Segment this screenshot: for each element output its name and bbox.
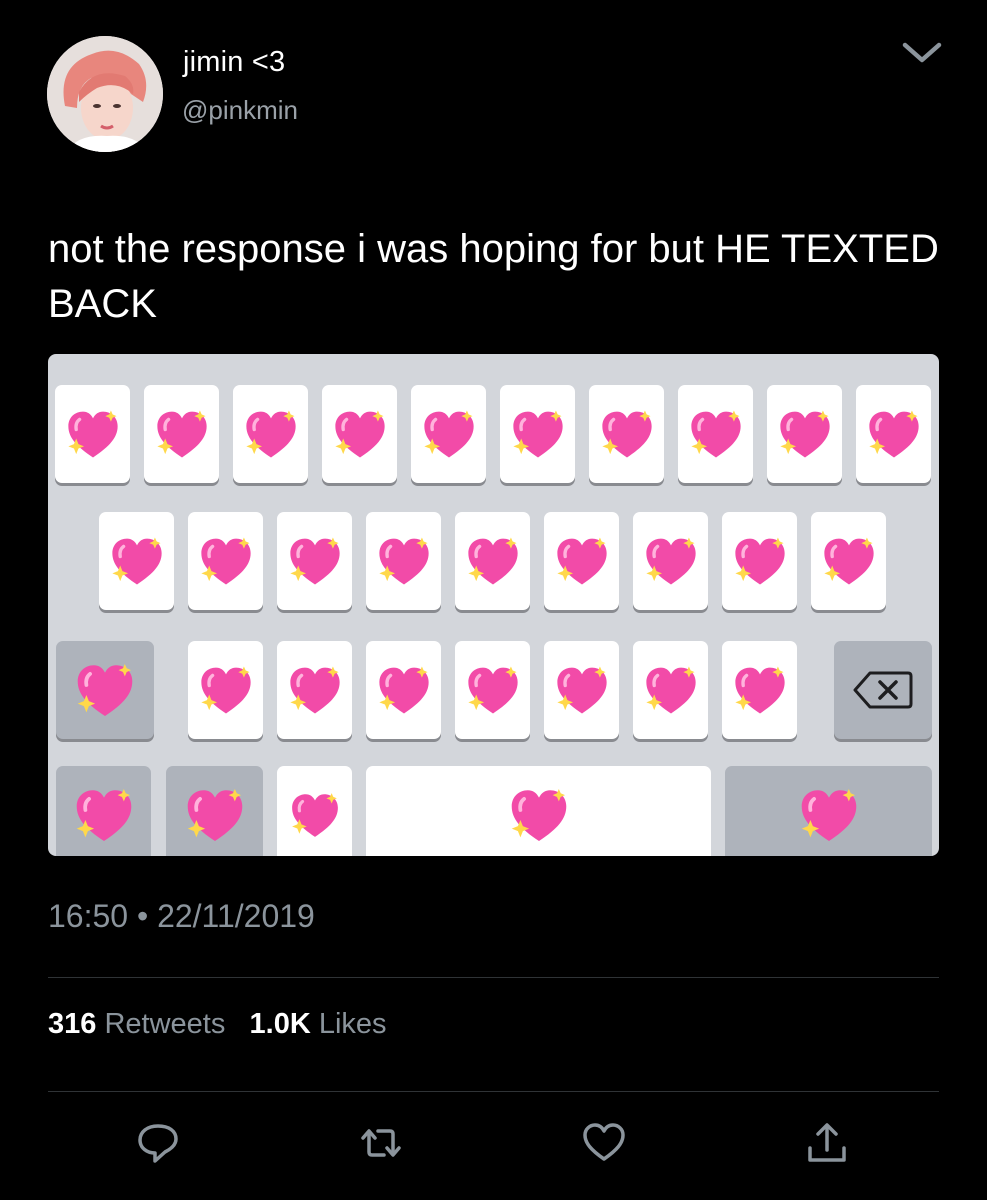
return-key bbox=[725, 766, 932, 856]
avatar[interactable] bbox=[47, 36, 163, 152]
mic-key bbox=[277, 766, 352, 856]
sparkling-heart-icon bbox=[77, 663, 133, 717]
reply-icon bbox=[138, 1124, 178, 1163]
avatar-image bbox=[47, 36, 163, 152]
heart-key bbox=[188, 512, 263, 610]
sparkling-heart-icon bbox=[556, 666, 607, 714]
heart-key bbox=[233, 385, 308, 483]
sparkling-heart-icon bbox=[645, 537, 696, 585]
retweets-stat[interactable]: 316 Retweets bbox=[48, 1008, 233, 1040]
space-key bbox=[366, 766, 711, 856]
timestamp-separator: • bbox=[136, 898, 149, 934]
heart-key bbox=[633, 641, 708, 739]
numbers-key bbox=[56, 766, 151, 856]
heart-key bbox=[544, 512, 619, 610]
sparkling-heart-icon bbox=[511, 788, 566, 842]
heart-key bbox=[633, 512, 708, 610]
sparkling-heart-icon bbox=[289, 537, 340, 585]
heart-key bbox=[678, 385, 753, 483]
sparkling-heart-icon bbox=[801, 788, 856, 842]
like-button[interactable] bbox=[581, 1120, 627, 1166]
emoji-key bbox=[166, 766, 263, 856]
backspace-key bbox=[834, 641, 932, 739]
heart-key bbox=[55, 385, 130, 483]
likes-stat[interactable]: 1.0K Likes bbox=[250, 1008, 387, 1040]
tweet-text: not the response i was hoping for but HE… bbox=[48, 227, 939, 326]
sparkling-heart-icon bbox=[734, 666, 785, 714]
heart-key bbox=[322, 385, 397, 483]
heart-key bbox=[856, 385, 931, 483]
heart-key bbox=[411, 385, 486, 483]
sparkling-heart-icon bbox=[868, 410, 919, 458]
share-icon bbox=[808, 1123, 846, 1162]
heart-key bbox=[366, 512, 441, 610]
heart-key bbox=[188, 641, 263, 739]
sparkling-heart-icon bbox=[467, 666, 518, 714]
sparkling-heart-icon bbox=[823, 537, 874, 585]
sparkling-heart-icon bbox=[200, 666, 251, 714]
sparkling-heart-icon bbox=[289, 666, 340, 714]
heart-key bbox=[277, 641, 352, 739]
divider bbox=[48, 977, 939, 978]
retweet-button[interactable] bbox=[358, 1120, 404, 1166]
sparkling-heart-icon bbox=[378, 666, 429, 714]
heart-key bbox=[544, 641, 619, 739]
tweet-image[interactable] bbox=[48, 354, 939, 856]
heart-key bbox=[811, 512, 886, 610]
sparkling-heart-icon bbox=[111, 537, 162, 585]
likes-count: 1.0K bbox=[249, 1008, 311, 1040]
sparkling-heart-icon bbox=[423, 410, 474, 458]
heart-key bbox=[366, 641, 441, 739]
heart-key bbox=[722, 641, 797, 739]
sparkling-heart-icon bbox=[76, 788, 131, 842]
sparkling-heart-icon bbox=[512, 410, 563, 458]
sparkling-heart-icon bbox=[200, 537, 251, 585]
divider bbox=[48, 1091, 939, 1092]
tweet-timestamp: 16:50 • 22/11/2019 bbox=[48, 898, 315, 935]
sparkling-heart-icon bbox=[467, 537, 518, 585]
heart-key bbox=[767, 385, 842, 483]
sparkling-heart-icon bbox=[291, 793, 338, 837]
sparkling-heart-icon bbox=[334, 410, 385, 458]
heart-key bbox=[455, 641, 530, 739]
sparkling-heart-icon bbox=[601, 410, 652, 458]
sparkling-heart-icon bbox=[779, 410, 830, 458]
sparkling-heart-icon bbox=[187, 788, 242, 842]
sparkling-heart-icon bbox=[690, 410, 741, 458]
sparkling-heart-icon bbox=[245, 410, 296, 458]
tweet-time: 16:50 bbox=[48, 898, 129, 934]
sparkling-heart-icon bbox=[734, 537, 785, 585]
heart-key bbox=[455, 512, 530, 610]
heart-icon bbox=[583, 1123, 625, 1161]
share-button[interactable] bbox=[804, 1120, 850, 1166]
heart-key bbox=[722, 512, 797, 610]
user-handle[interactable]: @pinkmin bbox=[182, 95, 298, 126]
heart-key bbox=[589, 385, 664, 483]
shift-key bbox=[56, 641, 154, 739]
retweets-label: Retweets bbox=[104, 1008, 226, 1040]
chevron-down-icon[interactable] bbox=[900, 36, 944, 72]
sparkling-heart-icon bbox=[67, 410, 118, 458]
reply-button[interactable] bbox=[135, 1120, 181, 1166]
sparkling-heart-icon bbox=[378, 537, 429, 585]
sparkling-heart-icon bbox=[156, 410, 207, 458]
retweet-icon bbox=[361, 1129, 401, 1157]
likes-label: Likes bbox=[318, 1008, 387, 1040]
heart-key bbox=[500, 385, 575, 483]
retweets-count: 316 bbox=[48, 1008, 97, 1040]
sparkling-heart-icon bbox=[645, 666, 696, 714]
tweet-date: 22/11/2019 bbox=[157, 898, 315, 934]
heart-key bbox=[144, 385, 219, 483]
backspace-icon bbox=[853, 671, 913, 709]
display-name[interactable]: jimin <3 bbox=[183, 46, 285, 79]
heart-key bbox=[99, 512, 174, 610]
tweet-stats: 316 Retweets 1.0K Likes bbox=[48, 1008, 387, 1041]
sparkling-heart-icon bbox=[556, 537, 607, 585]
heart-key bbox=[277, 512, 352, 610]
